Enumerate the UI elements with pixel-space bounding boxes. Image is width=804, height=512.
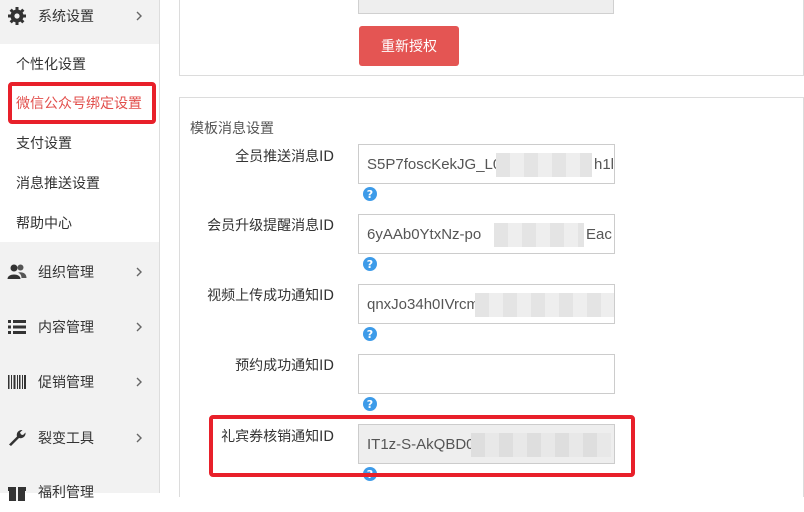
sidebar: 系统设置 个性化设置 微信公众号绑定设置 支付设置 消息推送设置 帮助中心 组织… xyxy=(0,0,160,501)
field-value: S5P7foscKekJG_L0 xyxy=(367,155,502,173)
chevron-right-icon xyxy=(136,377,142,387)
reauthorize-button[interactable]: 重新授权 xyxy=(359,26,459,66)
chevron-right-icon xyxy=(136,322,142,332)
help-icon[interactable]: ? xyxy=(363,187,377,201)
list-icon xyxy=(8,320,26,334)
redaction-blur xyxy=(496,153,592,177)
section-title: 模板消息设置 xyxy=(190,121,274,137)
submenu-label: 帮助中心 xyxy=(16,216,72,232)
field-label-member-upgrade: 会员升级提醒消息ID xyxy=(207,218,334,234)
system-settings-submenu: 个性化设置 微信公众号绑定设置 支付设置 消息推送设置 帮助中心 xyxy=(0,44,159,242)
field-label-reservation: 预约成功通知ID xyxy=(235,358,334,374)
field-value-tail: Eac xyxy=(586,225,612,243)
submenu-item-push-messages[interactable]: 消息推送设置 xyxy=(0,163,159,203)
users-icon xyxy=(7,264,27,279)
help-icon[interactable]: ? xyxy=(363,257,377,271)
all-push-message-id-input[interactable]: S5P7foscKekJG_L0 h1l xyxy=(358,144,615,184)
appid-field xyxy=(358,0,614,14)
redaction-blur xyxy=(475,293,614,317)
nav-label: 组织管理 xyxy=(38,265,94,281)
chevron-right-icon xyxy=(136,11,142,21)
nav-label: 福利管理 xyxy=(38,485,94,501)
nav-content[interactable]: 内容管理 xyxy=(0,307,159,347)
gear-icon xyxy=(8,7,26,25)
nav-label: 裂变工具 xyxy=(38,431,94,447)
highlight-box-submenu xyxy=(8,82,156,124)
field-value: qnxJo34h0IVrcm xyxy=(367,295,480,313)
nav-system-settings[interactable]: 系统设置 xyxy=(0,0,159,36)
submenu-item-personalization[interactable]: 个性化设置 xyxy=(0,44,159,84)
submenu-label: 消息推送设置 xyxy=(16,176,100,192)
highlight-box-field xyxy=(209,415,635,477)
nav-welfare[interactable]: 福利管理 xyxy=(0,472,159,512)
nav-label: 促销管理 xyxy=(38,375,94,391)
submenu-label: 支付设置 xyxy=(16,136,72,152)
field-value-tail: h1l xyxy=(594,155,615,173)
nav-label: 系统设置 xyxy=(38,9,94,25)
chevron-right-icon xyxy=(136,267,142,277)
wrench-icon xyxy=(9,429,26,446)
redaction-blur xyxy=(494,223,584,247)
gift-icon xyxy=(8,487,26,501)
help-icon[interactable]: ? xyxy=(363,397,377,411)
field-label-video-upload: 视频上传成功通知ID xyxy=(207,288,334,304)
field-value: 6yAAb0YtxNz-po xyxy=(367,225,482,243)
reservation-notice-id-input[interactable] xyxy=(358,354,615,394)
member-upgrade-message-id-input[interactable]: 6yAAb0YtxNz-po Eac xyxy=(358,214,615,254)
nav-label: 内容管理 xyxy=(38,320,94,336)
help-icon[interactable]: ? xyxy=(363,327,377,341)
submenu-label: 个性化设置 xyxy=(16,57,86,73)
video-upload-notice-id-input[interactable]: qnxJo34h0IVrcm xyxy=(358,284,615,324)
field-label-all-push: 全员推送消息ID xyxy=(235,149,334,165)
barcode-icon xyxy=(8,375,26,389)
